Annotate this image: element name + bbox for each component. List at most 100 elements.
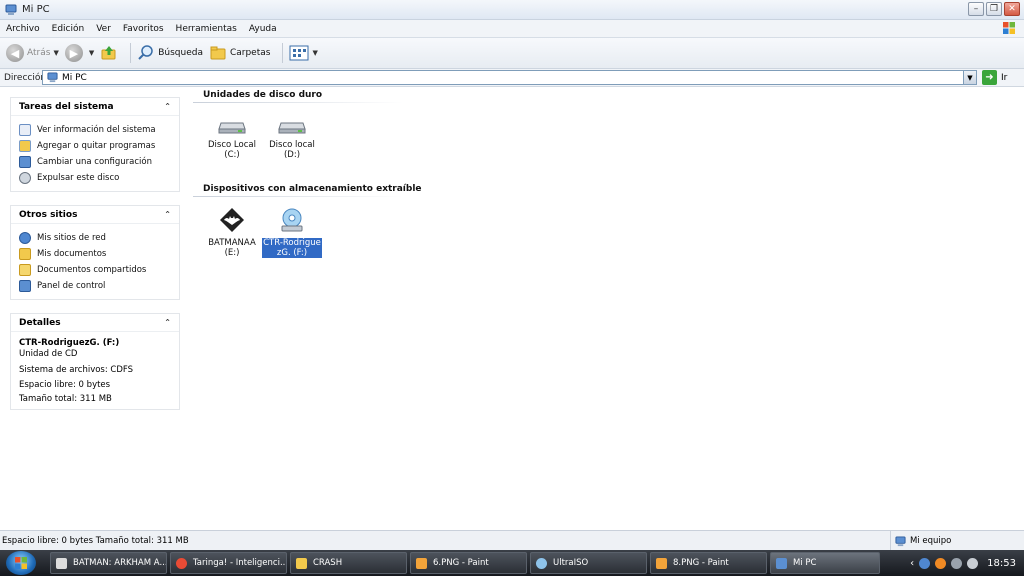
address-value: Mi PC xyxy=(62,72,87,83)
views-button[interactable]: ▼ xyxy=(289,45,318,61)
taskbar-item-label: UltraISO xyxy=(553,558,589,568)
drive-d[interactable]: Disco local (D:) xyxy=(260,117,324,160)
status-zone-label: Mi equipo xyxy=(910,536,952,546)
menu-edicion[interactable]: Edición xyxy=(52,24,85,34)
clock[interactable]: 18:53 xyxy=(987,558,1016,569)
address-input[interactable]: Mi PC ▼ xyxy=(42,70,977,85)
taskbar-item-label: BATMAN: ARKHAM A... xyxy=(73,558,167,568)
menu-bar: Archivo Edición Ver Favoritos Herramient… xyxy=(0,20,1024,38)
drive-label-line2: zG. (F:) xyxy=(276,248,308,258)
place-my-documents[interactable]: Mis documentos xyxy=(19,246,171,262)
my-computer-icon xyxy=(776,557,787,569)
taskbar-item-ultraiso[interactable]: UltraISO xyxy=(530,552,647,574)
maximize-button[interactable]: ❐ xyxy=(986,2,1002,16)
place-control-panel[interactable]: Panel de control xyxy=(19,278,171,294)
menu-archivo[interactable]: Archivo xyxy=(6,24,40,34)
forward-button[interactable]: ▶ ▼ xyxy=(64,44,94,62)
taskbar-item-paint-6[interactable]: 6.PNG - Paint xyxy=(410,552,527,574)
taskbar-item-batman[interactable]: BATMAN: ARKHAM A... xyxy=(50,552,167,574)
task-label: Expulsar este disco xyxy=(37,173,120,183)
place-label: Panel de control xyxy=(37,281,106,291)
details-name: CTR-RodriguezG. (F:) xyxy=(19,338,120,348)
place-network[interactable]: Mis sitios de red xyxy=(19,230,171,246)
status-zone: Mi equipo xyxy=(890,531,951,551)
taskbar-item-crash[interactable]: CRASH xyxy=(290,552,407,574)
up-folder-button[interactable] xyxy=(100,44,118,62)
other-places-panel: Otros sitios ⌃ Mis sitios de red Mis doc… xyxy=(10,205,180,300)
hard-drive-icon xyxy=(218,122,246,134)
window-icon xyxy=(56,557,67,569)
disc-icon xyxy=(536,557,547,569)
app-tray-icon[interactable] xyxy=(935,557,947,569)
address-label: Dirección xyxy=(4,72,47,83)
menu-herramientas[interactable]: Herramientas xyxy=(176,24,237,34)
back-button[interactable]: ◀ Atrás ▼ xyxy=(6,44,59,62)
address-dropdown-button[interactable]: ▼ xyxy=(963,71,976,84)
task-system-info[interactable]: Ver información del sistema xyxy=(19,122,171,138)
system-tasks-title: Tareas del sistema xyxy=(19,101,114,112)
task-change-setting[interactable]: Cambiar una configuración xyxy=(19,154,171,170)
search-button[interactable]: Búsqueda xyxy=(137,44,203,62)
programs-icon xyxy=(19,140,31,152)
toolbar-separator xyxy=(282,43,284,63)
chevron-down-icon[interactable]: ▼ xyxy=(53,49,58,57)
folder-icon xyxy=(296,557,307,569)
removable-title: Dispositivos con almacenamiento extraíbl… xyxy=(203,184,422,194)
paint-icon xyxy=(416,557,427,569)
windows-logo-icon xyxy=(15,557,27,569)
collapse-chevron-icon[interactable]: ⌃ xyxy=(164,210,171,219)
address-bar: Dirección Mi PC ▼ ➜ Ir xyxy=(0,69,1024,87)
close-button[interactable]: ✕ xyxy=(1004,2,1020,16)
menu-favoritos[interactable]: Favoritos xyxy=(123,24,164,34)
details-free-space: Espacio libre: 0 bytes xyxy=(19,379,111,390)
place-label: Mis sitios de red xyxy=(37,233,106,243)
drive-c[interactable]: Disco Local (C:) xyxy=(200,117,264,160)
drive-e[interactable]: BATMANAA (E:) xyxy=(200,207,264,258)
toolbar: ◀ Atrás ▼ ▶ ▼ Búsqueda Carpetas ▼ xyxy=(0,38,1024,69)
taskbar-item-mi-pc[interactable]: Mi PC xyxy=(770,552,880,574)
folders-button[interactable]: Carpetas xyxy=(209,44,270,62)
chevron-left-icon[interactable]: ‹ xyxy=(910,558,914,569)
app-tray-icon[interactable] xyxy=(951,557,963,569)
details-header[interactable]: Detalles ⌃ xyxy=(11,314,179,332)
my-computer-icon xyxy=(895,535,906,546)
task-label: Cambiar una configuración xyxy=(37,157,152,167)
taskbar-item-taringa[interactable]: Taringa! - Inteligenci... xyxy=(170,552,287,574)
place-shared-documents[interactable]: Documentos compartidos xyxy=(19,262,171,278)
network-icon[interactable] xyxy=(919,557,931,569)
drive-label-line1: Disco Local xyxy=(208,140,256,150)
details-type: Unidad de CD xyxy=(19,349,78,359)
chevron-down-icon[interactable]: ▼ xyxy=(312,49,317,57)
status-text: Espacio libre: 0 bytes Tamaño total: 311… xyxy=(2,535,189,546)
task-label: Agregar o quitar programas xyxy=(37,141,156,151)
batman-drive-icon xyxy=(220,208,244,232)
drive-label: Disco Local (C:) xyxy=(207,140,257,160)
collapse-chevron-icon[interactable]: ⌃ xyxy=(164,102,171,111)
taskbar-item-paint-8[interactable]: 8.PNG - Paint xyxy=(650,552,767,574)
window-title: Mi PC xyxy=(22,4,50,15)
section-divider xyxy=(193,196,403,197)
menu-ayuda[interactable]: Ayuda xyxy=(249,24,277,34)
taskbar-item-label: 8.PNG - Paint xyxy=(673,558,729,568)
other-places-header[interactable]: Otros sitios ⌃ xyxy=(11,206,179,224)
volume-icon[interactable] xyxy=(967,557,979,569)
chevron-down-icon[interactable]: ▼ xyxy=(89,49,94,57)
start-button[interactable] xyxy=(6,551,36,575)
eject-icon xyxy=(19,172,31,184)
my-computer-icon xyxy=(47,72,58,83)
taskbar: BATMAN: ARKHAM A... Taringa! - Inteligen… xyxy=(0,550,1024,576)
task-add-remove-programs[interactable]: Agregar o quitar programas xyxy=(19,138,171,154)
menu-ver[interactable]: Ver xyxy=(96,24,111,34)
drive-label: BATMANAA (E:) xyxy=(207,238,257,258)
collapse-chevron-icon[interactable]: ⌃ xyxy=(164,318,171,327)
system-tasks-header[interactable]: Tareas del sistema ⌃ xyxy=(11,98,179,116)
drive-label-line1: BATMANAA xyxy=(208,238,256,248)
minimize-button[interactable]: – xyxy=(968,2,984,16)
hard-drives-title: Unidades de disco duro xyxy=(203,90,323,100)
drive-f[interactable]: CTR-Rodrigue zG. (F:) xyxy=(260,207,324,258)
task-eject-disc[interactable]: Expulsar este disco xyxy=(19,170,171,186)
network-icon xyxy=(19,232,31,244)
cd-drive-icon xyxy=(281,208,303,232)
go-button[interactable]: ➜ Ir xyxy=(982,70,1007,85)
search-label: Búsqueda xyxy=(158,48,203,58)
